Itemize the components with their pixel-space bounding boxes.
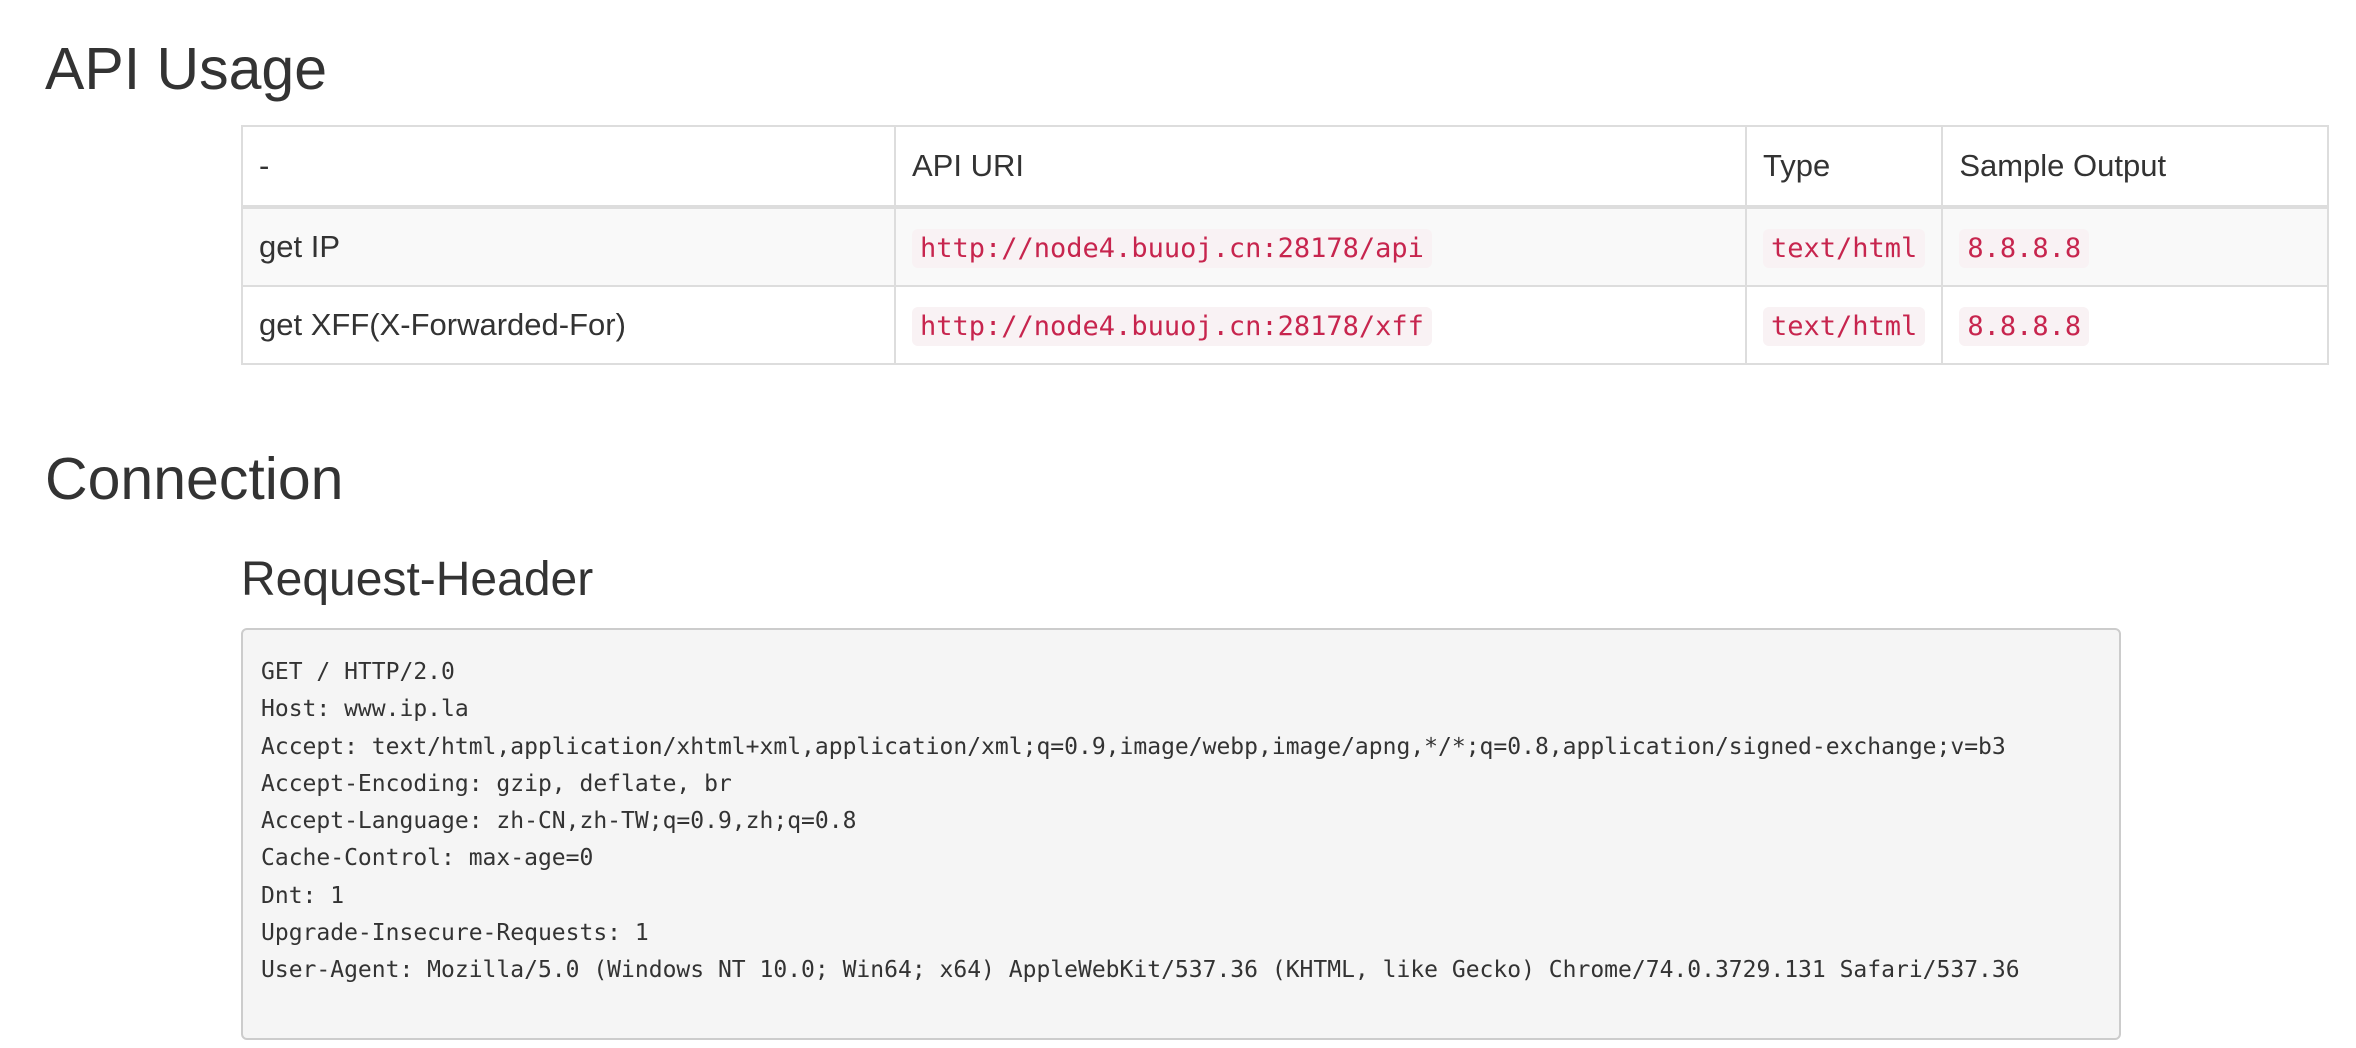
request-header-line: GET / HTTP/2.0 [261, 659, 455, 685]
request-header-line: Dnt: 1 [261, 882, 345, 909]
row-sample-cell: 8.8.8.8 [1941, 285, 2329, 365]
request-header-line: Host: www.ip.la [261, 696, 469, 723]
row-name-cell: get XFF(X-Forwarded-For) [241, 285, 896, 365]
request-header-line: User-Agent: Mozilla/5.0 (Windows NT 10.0… [261, 957, 2020, 984]
api-usage-heading: API Usage [45, 36, 328, 102]
row-type-cell: text/html [1744, 285, 1944, 365]
request-header-line: Accept-Encoding: gzip, deflate, br [261, 770, 732, 797]
row-type-cell: text/html [1744, 206, 1944, 287]
request-header-line: Upgrade-Insecure-Requests: 1 [261, 920, 649, 947]
header-name: - [241, 125, 896, 209]
table-row: get XFF(X-Forwarded-For) http://node4.bu… [241, 285, 2329, 365]
request-header-subheading: Request-Header [241, 553, 594, 606]
row-uri-cell: http://node4.buuoj.cn:28178/api [894, 206, 1747, 287]
api-uri-code: http://node4.buuoj.cn:28178/xff [912, 307, 1432, 346]
row-sample-cell: 8.8.8.8 [1941, 206, 2329, 287]
connection-heading: Connection [45, 446, 344, 512]
page: API Usage - API URI Type Sample Output g… [0, 0, 2356, 1048]
table-header-row: - API URI Type Sample Output [241, 125, 2329, 209]
table-header: - API URI Type Sample Output [241, 125, 2329, 209]
type-code: text/html [1763, 307, 1926, 346]
request-header-block: GET / HTTP/2.0 Host: www.ip.la Accept: t… [241, 628, 2121, 1040]
header-type: Type [1744, 125, 1944, 209]
sample-output-code: 8.8.8.8 [1959, 229, 2090, 268]
row-uri-cell: http://node4.buuoj.cn:28178/xff [894, 285, 1747, 365]
type-code: text/html [1763, 229, 1926, 268]
api-uri-code: http://node4.buuoj.cn:28178/api [912, 229, 1432, 268]
header-sample-output: Sample Output [1941, 125, 2329, 209]
request-header-line: Accept-Language: zh-CN,zh-TW;q=0.9,zh;q=… [261, 808, 857, 835]
table-row: get IP http://node4.buuoj.cn:28178/api t… [241, 206, 2329, 287]
request-header-line: Accept: text/html,application/xhtml+xml,… [261, 733, 2006, 760]
sample-output-code: 8.8.8.8 [1959, 307, 2090, 346]
row-name-cell: get IP [241, 206, 896, 287]
api-usage-table: - API URI Type Sample Output get IP http… [241, 125, 2329, 365]
table-body: get IP http://node4.buuoj.cn:28178/api t… [241, 206, 2329, 365]
request-header-line: Cache-Control: max-age=0 [261, 845, 594, 872]
header-api-uri: API URI [894, 125, 1747, 209]
